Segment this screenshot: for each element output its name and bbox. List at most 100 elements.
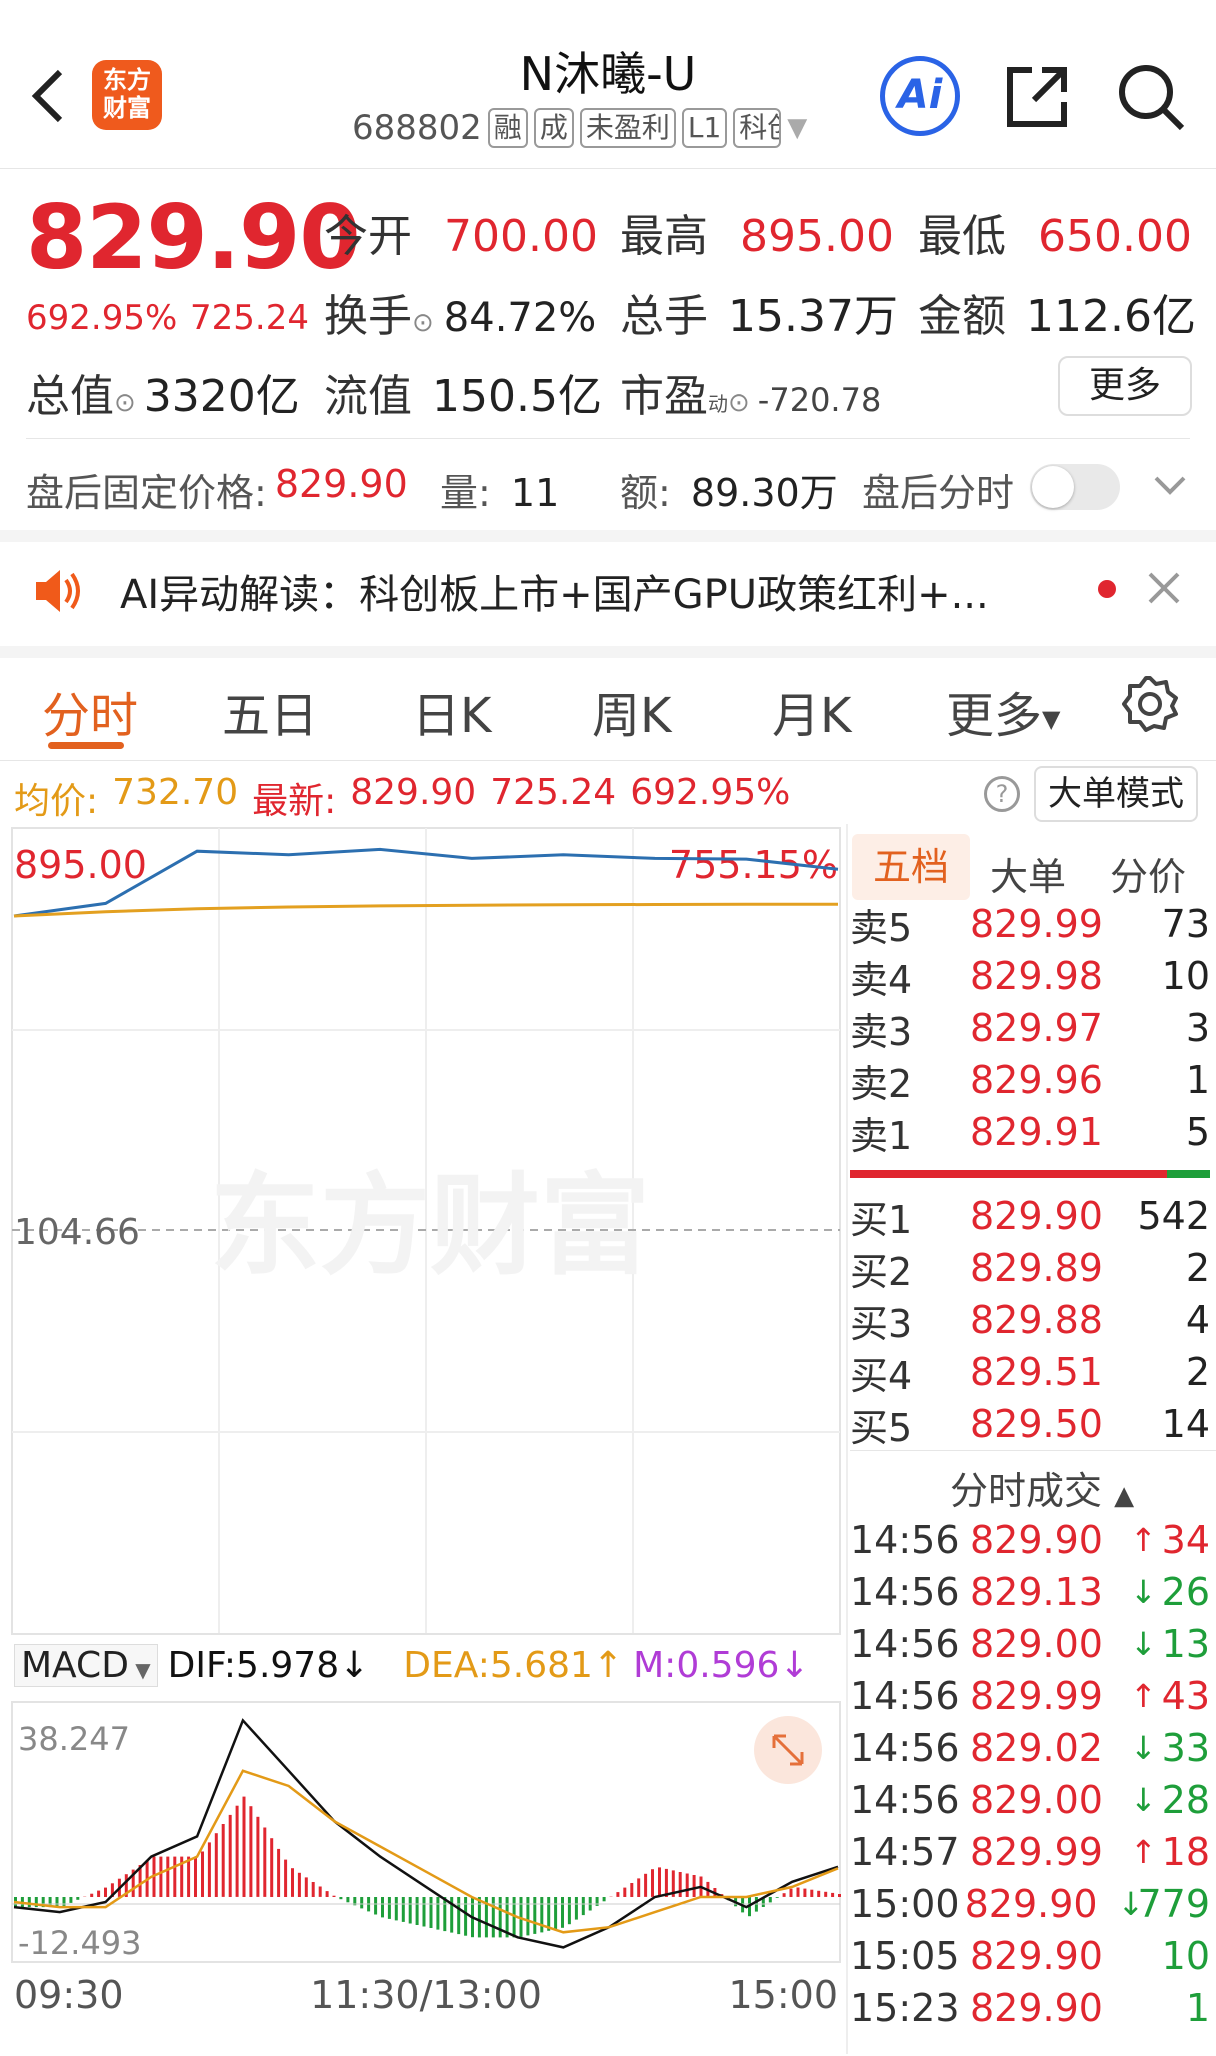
ah-price-label: 盘后固定价格: (26, 471, 267, 515)
trade-direction-icon: ↓ (1117, 1885, 1145, 1923)
trade-row: 14:56 829.00 ↓ 13 (850, 1618, 1210, 1670)
macd-bar (201, 1851, 204, 1897)
stock-subtitle: 688802 融 成 未盈利 L1 科创 ▼ (352, 108, 807, 148)
bid-ask-ratio-bar (850, 1170, 1210, 1178)
macd-bar (768, 1897, 772, 1903)
search-icon[interactable] (1116, 62, 1188, 138)
tab-big-orders[interactable]: 大单 (990, 846, 1066, 901)
big-order-mode-button[interactable]: 大单模式 (1034, 766, 1198, 822)
intraday-chart[interactable]: 东方财富 895.00 755.15% 104.66 38.247 -12.49… (0, 824, 850, 2020)
chevron-down-icon[interactable] (1152, 470, 1188, 504)
macd-bar (477, 1897, 481, 1938)
tab-more-label: 更多 (946, 688, 1043, 744)
help-icon[interactable]: ? (984, 776, 1020, 812)
float-label: 流值 (324, 371, 412, 422)
level-price: 829.88 (970, 1298, 1103, 1342)
tab-price-levels[interactable]: 分价 (1110, 846, 1186, 901)
info-icon[interactable]: ⊙ (114, 388, 136, 418)
more-button[interactable]: 更多 (1058, 356, 1192, 416)
level-label: 卖5 (850, 905, 913, 950)
bid-level-row[interactable]: 买5 829.50 14 (850, 1398, 1210, 1450)
trade-time: 15:00 (850, 1882, 960, 1926)
high-label: 最高 (620, 211, 708, 262)
trade-time: 14:57 (850, 1830, 960, 1874)
macd-bar (394, 1897, 398, 1921)
macd-bar (658, 1867, 661, 1897)
tab-weekly-k[interactable]: 周K (592, 676, 671, 746)
trades-header[interactable]: 分时成交 ▲ (950, 1460, 1134, 1515)
macd-bar (810, 1889, 814, 1897)
trade-row: 14:56 829.13 ↓ 26 (850, 1566, 1210, 1618)
chevron-down-icon[interactable]: ▼ (787, 113, 807, 143)
level-label: 买3 (850, 1301, 913, 1346)
tab-order-book[interactable]: 五档 (852, 834, 970, 900)
dea-value: DEA:5.681 (403, 1645, 593, 1686)
ask-level-row[interactable]: 卖1 829.91 5 (850, 1106, 1210, 1158)
open-label: 今开 (324, 211, 412, 262)
tab-intraday[interactable]: 分时 (42, 676, 138, 746)
macd-bar (242, 1796, 246, 1897)
close-icon[interactable] (1146, 570, 1182, 610)
after-hours-toggle[interactable] (1030, 464, 1120, 510)
macd-bar (332, 1895, 336, 1897)
gear-icon[interactable] (1120, 674, 1180, 738)
pe-label: 市盈 (620, 371, 708, 422)
watermark: 东方财富 (210, 1162, 650, 1290)
macd-bar (623, 1887, 627, 1897)
ask-level-row[interactable]: 卖3 829.97 3 (850, 1002, 1210, 1054)
trade-price: 829.90 (970, 1518, 1103, 1562)
bid-level-row[interactable]: 买2 829.89 2 (850, 1242, 1210, 1294)
ask-level-row[interactable]: 卖4 829.98 10 (850, 950, 1210, 1002)
mktcap-cell: 总值 ⊙ 3320亿 (26, 360, 300, 424)
macd-bar (561, 1897, 564, 1928)
macd-bar (27, 1897, 31, 1908)
info-icon[interactable]: ⊙ (728, 388, 750, 418)
tab-monthly-k[interactable]: 月K (772, 676, 851, 746)
share-icon[interactable] (1002, 62, 1072, 136)
trade-volume: 33 (1161, 1726, 1210, 1770)
level-price: 829.96 (970, 1058, 1103, 1102)
macd-bar (381, 1897, 384, 1918)
tab-more[interactable]: 更多▼ (946, 676, 1060, 746)
macd-histogram (14, 1796, 841, 1938)
macd-bar (194, 1856, 197, 1897)
bid-level-row[interactable]: 买1 829.90 542 (850, 1190, 1210, 1242)
macd-bar (637, 1878, 641, 1897)
level-label: 买5 (850, 1405, 913, 1450)
tag-market: 科创 (733, 108, 782, 148)
macd-bar (831, 1892, 835, 1897)
tab-five-day[interactable]: 五日 (222, 676, 318, 746)
macd-bar (207, 1842, 211, 1897)
latest-label: 最新: (252, 781, 337, 822)
trade-time: 14:56 (850, 1518, 960, 1562)
speaker-icon (30, 566, 86, 620)
macd-bar (159, 1856, 163, 1897)
macd-bar (775, 1897, 779, 1898)
ask-level-row[interactable]: 卖2 829.96 1 (850, 1054, 1210, 1106)
macd-bar (533, 1897, 537, 1934)
ai-banner-text[interactable]: AI异动解读：科创板上市+国产GPU政策红利+... (120, 562, 989, 620)
macd-bar (360, 1897, 364, 1909)
macd-selector[interactable]: MACD ▼ (14, 1644, 158, 1687)
bid-level-row[interactable]: 买4 829.51 2 (850, 1346, 1210, 1398)
ask-level-row[interactable]: 卖5 829.99 73 (850, 898, 1210, 950)
ah-vol-label: 量: (440, 471, 491, 515)
level-volume: 3 (1185, 1006, 1210, 1050)
info-icon[interactable]: ⊙ (412, 308, 434, 338)
trade-row: 14:56 829.99 ↑ 43 (850, 1670, 1210, 1722)
ai-button[interactable]: Ai (880, 56, 960, 136)
high-cell: 最高 895.00 (620, 200, 894, 264)
trade-direction-icon: ↓ (1130, 1781, 1157, 1819)
level-price: 829.98 (970, 954, 1103, 998)
trade-volume: 10 (1161, 1934, 1210, 1978)
change-percent: 692.95% (26, 298, 178, 338)
tab-daily-k[interactable]: 日K (412, 676, 491, 746)
macd-axis-bottom: -12.493 (18, 1924, 142, 1962)
latest-value: 829.90 (350, 772, 477, 813)
macd-bar (547, 1897, 551, 1931)
bid-level-row[interactable]: 买3 829.88 4 (850, 1294, 1210, 1346)
trade-row: 14:56 829.00 ↓ 28 (850, 1774, 1210, 1826)
trade-volume: 779 (1137, 1882, 1210, 1926)
turnover-cell: 换手 ⊙ 84.72% (324, 280, 596, 344)
latest-change: 725.24 (490, 772, 617, 813)
